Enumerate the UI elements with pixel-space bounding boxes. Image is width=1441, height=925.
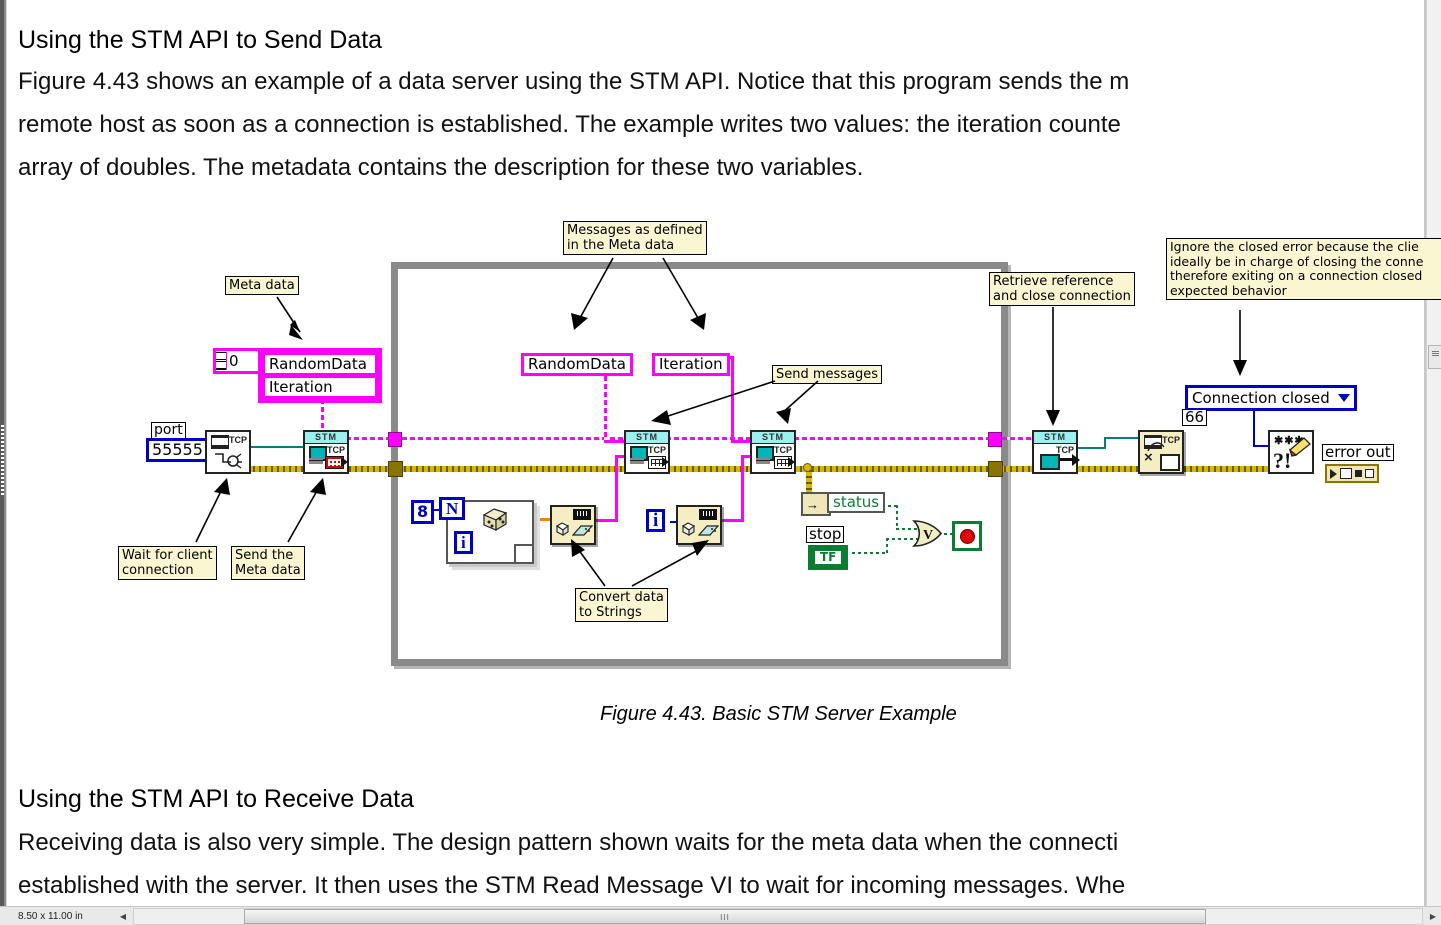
paragraph-2-line-2: established with the server. It then use… <box>18 872 1126 899</box>
gutter-change-mark <box>1 425 4 495</box>
vertical-scrollbar-thumb[interactable] <box>1428 345 1441 369</box>
scroll-right-arrow[interactable]: ▶ <box>1425 908 1441 924</box>
horizontal-scrollbar[interactable]: ◀ III ▶ <box>115 907 1441 925</box>
horizontal-scrollbar-track[interactable]: III <box>133 907 1423 925</box>
scroll-left-arrow[interactable]: ◀ <box>115 908 131 924</box>
page-dimensions-text: 8.50 x 11.00 in <box>18 910 83 922</box>
paragraph-1-line-3: array of doubles. The metadata contains … <box>18 154 864 181</box>
paragraph-1-line-2: remote host as soon as a connection is e… <box>18 111 1121 138</box>
paragraph-2-line-1: Receiving data is also very simple. The … <box>18 829 1119 856</box>
scrollbar-grip-text: III <box>720 912 730 922</box>
document-page-frame: Using the STM API to Send Data Figure 4.… <box>0 0 1441 925</box>
vertical-scrollbar[interactable] <box>1426 0 1441 907</box>
horizontal-scrollbar-thumb[interactable]: III <box>244 908 1206 924</box>
left-gutter <box>0 0 7 907</box>
page-heading-receive-data: Using the STM API to Receive Data <box>18 785 415 813</box>
status-bar: 8.50 x 11.00 in ◀ III ▶ <box>0 906 1441 925</box>
paragraph-1-line-1: Figure 4.43 shows an example of a data s… <box>18 68 1130 95</box>
page-heading-send-data: Using the STM API to Send Data <box>18 26 383 54</box>
figure-caption: Figure 4.43. Basic STM Server Example <box>600 703 957 725</box>
